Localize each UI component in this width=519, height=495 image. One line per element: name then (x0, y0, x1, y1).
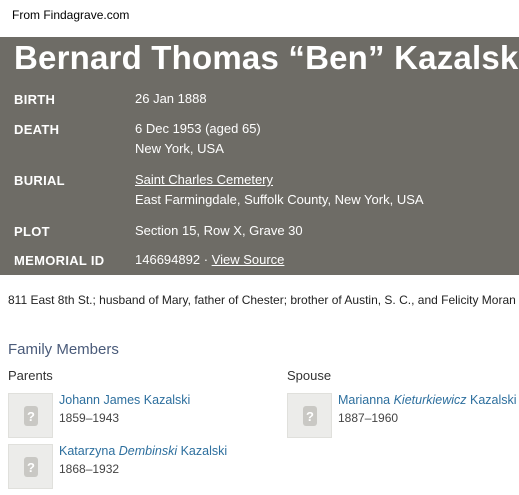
memorial-separator: · (200, 252, 212, 267)
plot-label: PLOT (14, 224, 50, 239)
memorial-header: Bernard Thomas “Ben” Kazalski BIRTH 26 J… (0, 37, 519, 275)
parents-heading: Parents (8, 368, 53, 383)
birth-value: 26 Jan 1888 (135, 91, 207, 106)
family-member-card[interactable]: ? Johann James Kazalski 1859–1943 (8, 393, 268, 438)
family-members-heading: Family Members (8, 341, 119, 358)
member-name-link[interactable]: Katarzyna Dembinski Kazalski (59, 444, 227, 458)
plot-value: Section 15, Row X, Grave 30 (135, 223, 303, 238)
member-dates: 1868–1932 (59, 462, 120, 476)
question-mark-photo-icon[interactable]: ? (8, 393, 53, 438)
burial-value: Saint Charles Cemetery East Farmingdale,… (135, 170, 424, 210)
burial-place: East Farmingdale, Suffolk County, New Yo… (135, 192, 424, 207)
bio-text: 811 East 8th St.; husband of Mary, fathe… (8, 293, 516, 307)
memorial-id-number: 146694892 (135, 252, 201, 267)
death-label: DEATH (14, 122, 60, 137)
view-source-link[interactable]: View Source (212, 252, 285, 267)
member-name-link[interactable]: Johann James Kazalski (59, 393, 190, 407)
memorial-id-label: MEMORIAL ID (14, 253, 105, 268)
svg-text:?: ? (306, 409, 314, 424)
source-caption: From Findagrave.com (12, 8, 130, 22)
death-value: 6 Dec 1953 (aged 65) New York, USA (135, 119, 261, 159)
death-date: 6 Dec 1953 (aged 65) (135, 121, 261, 136)
svg-text:?: ? (27, 409, 35, 424)
member-dates: 1859–1943 (59, 411, 120, 425)
cemetery-link[interactable]: Saint Charles Cemetery (135, 172, 273, 187)
svg-text:?: ? (27, 460, 35, 475)
death-place: New York, USA (135, 141, 224, 156)
birth-label: BIRTH (14, 92, 56, 107)
spouse-heading: Spouse (287, 368, 332, 383)
member-dates: 1887–1960 (338, 411, 399, 425)
family-member-card[interactable]: ? Katarzyna Dembinski Kazalski 1868–1932 (8, 444, 268, 489)
family-member-card[interactable]: ? Marianna Kieturkiewicz Kazalski 1887–1… (287, 393, 517, 438)
question-mark-photo-icon[interactable]: ? (8, 444, 53, 489)
burial-label: BURIAL (14, 173, 65, 188)
person-name: Bernard Thomas “Ben” Kazalski (14, 39, 519, 76)
memorial-id-value: 146694892 · View Source (135, 250, 284, 270)
question-mark-photo-icon[interactable]: ? (287, 393, 332, 438)
member-name-link[interactable]: Marianna Kieturkiewicz Kazalski (338, 393, 517, 407)
